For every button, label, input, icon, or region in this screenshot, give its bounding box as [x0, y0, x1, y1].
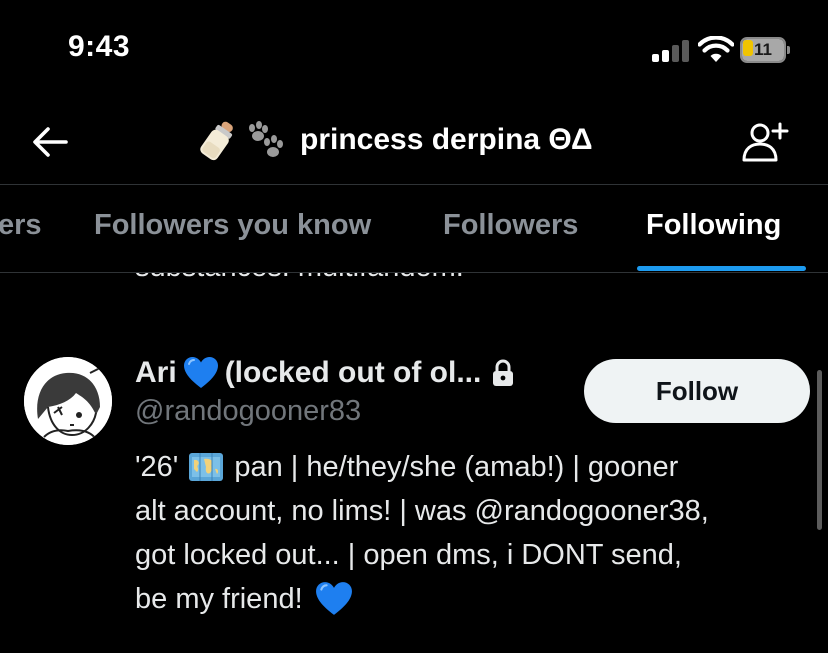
display-name-row: Ari (locked out of ol...	[135, 353, 515, 393]
tab-following[interactable]: Following	[646, 209, 781, 242]
bio-identity: pan | he/they/she (amab!) | gooner	[234, 451, 679, 483]
bio-line-4: be my friend!	[135, 577, 815, 621]
back-arrow-icon[interactable]	[28, 120, 72, 164]
blue-heart-icon	[183, 357, 218, 388]
user-bio: '26' pan | he/they/she (amab!) | gooner …	[135, 445, 815, 621]
battery-level: 11	[754, 40, 772, 59]
status-bar: 9:43 11	[0, 0, 828, 100]
baby-bottle-icon	[200, 121, 233, 161]
add-user-icon[interactable]	[740, 120, 790, 164]
paw-prints-icon	[249, 121, 283, 157]
world-map-icon	[189, 453, 224, 481]
tab-followers[interactable]: Followers	[443, 209, 578, 242]
page-title: princess derpina ΘΔ	[200, 118, 593, 162]
tab-bar: ers Followers you know Followers Followi…	[0, 185, 828, 273]
bio-line-1: '26' pan | he/they/she (amab!) | gooner	[135, 445, 815, 489]
bio-line-3: got locked out... | open dms, i DONT sen…	[135, 539, 682, 571]
user-handle: @randogooner83	[135, 395, 362, 427]
avatar-drawing-icon	[24, 357, 112, 445]
bio-line-4-text: be my friend!	[135, 583, 303, 615]
tab-followers-you-know[interactable]: Followers you know	[94, 209, 371, 242]
profile-header: princess derpina ΘΔ	[0, 100, 828, 184]
clock: 9:43	[68, 30, 131, 63]
previous-user-bio: substances. multifandom.	[135, 273, 464, 284]
battery-icon: 11	[740, 37, 790, 63]
avatar[interactable]	[24, 357, 112, 445]
cellular-signal-icon	[652, 40, 692, 62]
tab-partial[interactable]: ers	[0, 209, 42, 242]
lock-icon	[493, 359, 514, 386]
display-name-end: (locked out of ol...	[224, 356, 482, 389]
wifi-icon	[698, 36, 734, 62]
blue-heart-icon	[315, 582, 352, 615]
bio-line-2: alt account, no lims! | was @randogooner…	[135, 495, 709, 527]
display-name-start: Ari	[135, 356, 177, 389]
bio-year: '26'	[135, 451, 179, 483]
follow-button[interactable]: Follow	[584, 359, 810, 423]
following-list: substances. multifandom. Ari (locked out…	[0, 273, 828, 653]
profile-name-title: princess derpina ΘΔ	[300, 123, 593, 156]
user-cell[interactable]: Ari (locked out of ol... @randogooner83 …	[0, 345, 828, 645]
scrollbar[interactable]	[817, 370, 822, 530]
active-tab-indicator	[637, 266, 806, 271]
